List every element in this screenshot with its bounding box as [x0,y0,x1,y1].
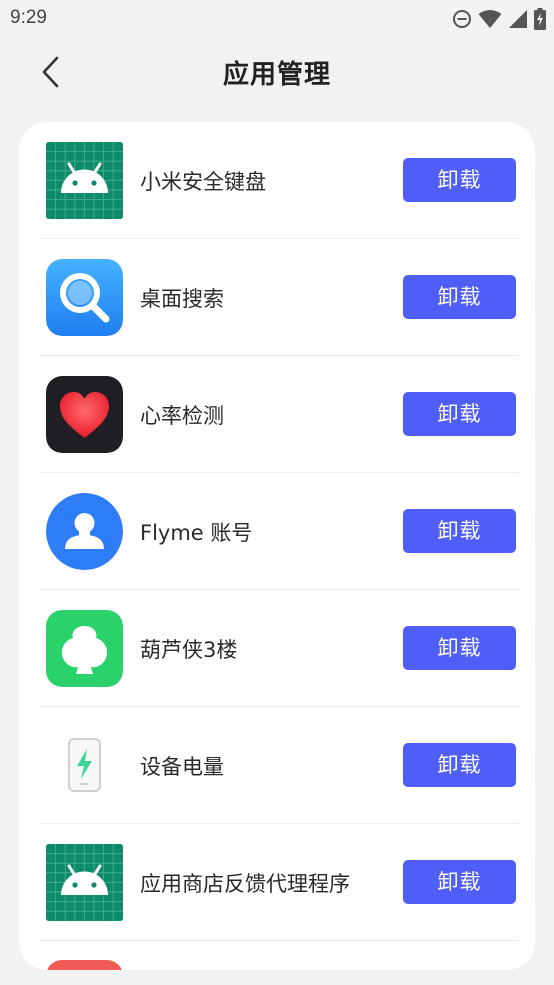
app-name: 心率检测 [140,404,224,428]
battery-app-icon [46,727,123,804]
uninstall-button[interactable]: 卸载 [403,509,516,553]
uninstall-button[interactable]: 卸载 [403,743,516,787]
app-name: 桌面搜索 [140,287,224,311]
uninstall-button[interactable]: 卸载 [403,392,516,436]
flyme-account-icon [46,493,123,570]
list-item: 心率检测 卸载 [39,356,519,473]
list-item: Flyme 账号 卸载 [39,473,519,590]
battery-charging-icon [534,8,546,30]
list-item: 小米安全键盘 卸载 [39,122,519,239]
android-icon [46,142,123,219]
header: 应用管理 [0,38,554,106]
app-name: 设备电量 [140,755,224,779]
status-bar: 9:29 [0,0,554,38]
uninstall-button[interactable]: 卸载 [403,158,516,202]
app-name: 小米安全键盘 [140,170,266,194]
cellular-signal-icon [508,9,528,29]
search-app-icon [46,259,123,336]
list-item: 应用商店反馈代理程序 卸载 [39,824,519,941]
status-icons [452,7,546,31]
app-name: Flyme 账号 [140,521,253,545]
do-not-disturb-icon [452,9,472,29]
app-name: 应用商店反馈代理程序 [140,872,350,896]
wifi-icon [478,9,502,29]
heart-rate-icon [46,376,123,453]
uninstall-button[interactable]: 卸载 [403,275,516,319]
list-item: 设备电量 卸载 [39,707,519,824]
app-list-card: 小米安全键盘 卸载 桌面搜索 卸载 心率检测 卸载 Flyme 账号 卸载 葫芦… [19,122,535,970]
uninstall-button[interactable]: 卸载 [403,860,516,904]
list-item: 桌面搜索 卸载 [39,239,519,356]
partial-app-icon [46,960,123,970]
status-time: 9:29 [10,7,47,28]
huluxia-icon [46,610,123,687]
uninstall-button[interactable]: 卸载 [403,626,516,670]
app-name: 葫芦侠3楼 [140,638,238,662]
list-item: 葫芦侠3楼 卸载 [39,590,519,707]
page-title: 应用管理 [222,60,331,90]
android-icon [46,844,123,921]
